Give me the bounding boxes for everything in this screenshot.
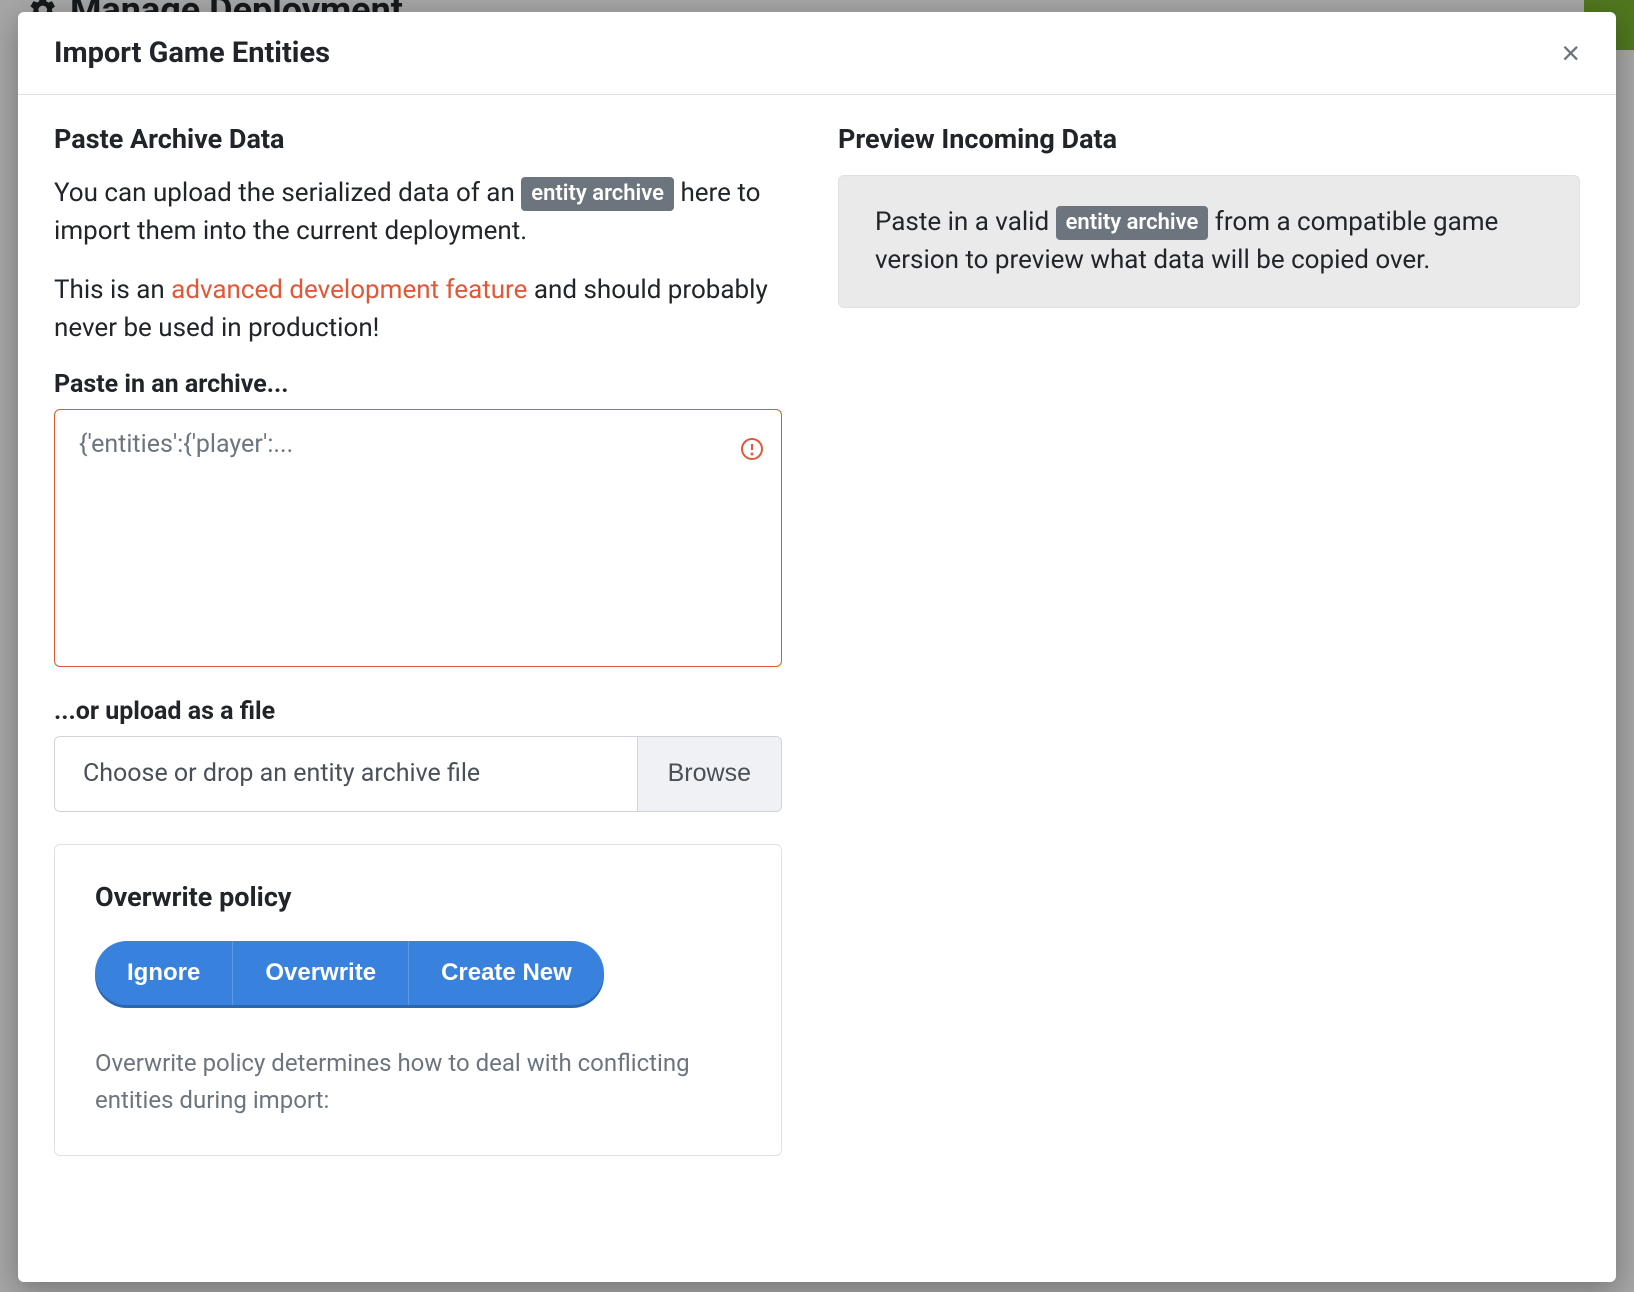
policy-description: Overwrite policy determines how to deal … [95,1045,741,1119]
modal-title: Import Game Entities [54,36,330,70]
policy-create-new-button[interactable]: Create New [409,941,604,1005]
advanced-feature-link[interactable]: advanced development feature [171,275,527,305]
overwrite-policy-title: Overwrite policy [95,881,741,913]
preview-heading: Preview Incoming Data [838,123,1580,155]
preview-prefix: Paste in a valid [875,207,1056,237]
modal-header: Import Game Entities × [18,12,1616,95]
close-icon[interactable]: × [1561,37,1580,69]
left-column: Paste Archive Data You can upload the se… [54,123,782,1156]
warning-prefix: This is an [54,275,171,305]
error-icon [740,437,764,461]
browse-button[interactable]: Browse [637,737,781,811]
archive-input-wrap [54,409,782,671]
modal-body: Paste Archive Data You can upload the se… [18,95,1616,1184]
policy-ignore-button[interactable]: Ignore [95,941,233,1005]
intro-paragraph: You can upload the serialized data of an… [54,175,782,250]
import-entities-modal: Import Game Entities × Paste Archive Dat… [18,12,1616,1282]
upload-label: ...or upload as a file [54,697,782,726]
archive-textarea[interactable] [54,409,782,667]
preview-entity-archive-badge: entity archive [1056,206,1209,240]
preview-box: Paste in a valid entity archive from a c… [838,175,1580,308]
right-column: Preview Incoming Data Paste in a valid e… [838,123,1580,1156]
entity-archive-badge: entity archive [521,177,674,211]
policy-overwrite-button[interactable]: Overwrite [233,941,409,1005]
file-placeholder: Choose or drop an entity archive file [55,737,637,811]
overwrite-policy-card: Overwrite policy Ignore Overwrite Create… [54,844,782,1156]
paste-label: Paste in an archive... [54,370,782,399]
policy-pill-group: Ignore Overwrite Create New [95,941,604,1005]
intro-prefix: You can upload the serialized data of an [54,178,521,208]
file-input-row[interactable]: Choose or drop an entity archive file Br… [54,736,782,812]
warning-paragraph: This is an advanced development feature … [54,272,782,347]
modal-overlay: Import Game Entities × Paste Archive Dat… [0,0,1634,1292]
paste-archive-heading: Paste Archive Data [54,123,782,155]
